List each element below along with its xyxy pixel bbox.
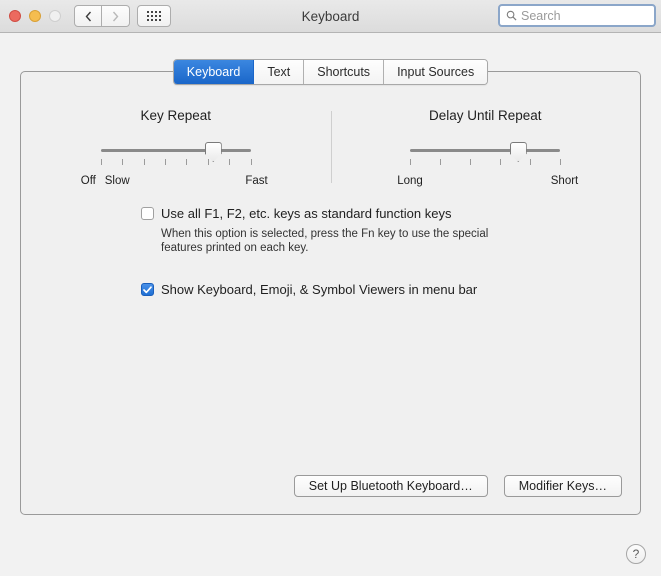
modifier-keys-button[interactable]: Modifier Keys… — [503, 475, 622, 497]
delay-label-short: Short — [550, 175, 579, 187]
options-section: Use all F1, F2, etc. keys as standard fu… — [141, 206, 601, 297]
slider-divider — [331, 111, 332, 183]
slider-tick — [186, 159, 188, 165]
delay-until-repeat-labels: Long Short — [397, 175, 578, 191]
window-titlebar: Keyboard — [0, 0, 661, 33]
tab-shortcuts[interactable]: Shortcuts — [304, 60, 385, 84]
viewers-menu-bar-option-row[interactable]: Show Keyboard, Emoji, & Symbol Viewers i… — [141, 282, 601, 297]
delay-until-repeat-ticks — [410, 159, 562, 166]
tab-input-sources[interactable]: Input Sources — [384, 60, 488, 84]
function-keys-checkbox[interactable] — [141, 207, 154, 220]
key-repeat-ticks — [100, 159, 252, 166]
slider-tick — [100, 159, 102, 165]
search-field[interactable] — [498, 4, 656, 27]
slider-tick — [530, 159, 532, 165]
slider-tick — [207, 159, 209, 165]
delay-until-repeat-track[interactable] — [410, 149, 561, 152]
function-keys-option-row[interactable]: Use all F1, F2, etc. keys as standard fu… — [141, 206, 601, 221]
viewers-menu-bar-checkbox[interactable] — [141, 283, 154, 296]
slider-tick — [440, 159, 442, 165]
function-keys-label: Use all F1, F2, etc. keys as standard fu… — [161, 206, 452, 221]
delay-until-repeat-slider-group: Delay Until Repeat Long Short — [331, 108, 641, 191]
tab-bar: Keyboard Text Shortcuts Input Sources — [0, 59, 661, 85]
panel-action-buttons: Set Up Bluetooth Keyboard… Modifier Keys… — [293, 475, 622, 497]
key-repeat-slider[interactable] — [100, 140, 252, 174]
delay-until-repeat-title: Delay Until Repeat — [428, 108, 542, 123]
slider-tick — [229, 159, 231, 165]
slider-tick — [165, 159, 167, 165]
slider-tick — [410, 159, 412, 165]
checkmark-icon — [143, 285, 152, 293]
tab-keyboard[interactable]: Keyboard — [173, 60, 255, 84]
slider-tick — [122, 159, 124, 165]
key-repeat-slider-group: Key Repeat Off Slow Fast — [21, 108, 331, 191]
search-input[interactable] — [521, 8, 648, 23]
delay-until-repeat-slider[interactable] — [410, 140, 562, 174]
help-button[interactable]: ? — [626, 544, 646, 564]
slider-tick — [143, 159, 145, 165]
key-repeat-title: Key Repeat — [140, 108, 212, 123]
key-repeat-label-slow: Slow — [104, 175, 130, 187]
slider-tick — [560, 159, 562, 165]
key-repeat-labels: Off Slow Fast — [81, 175, 268, 191]
key-repeat-label-fast: Fast — [245, 175, 268, 187]
key-repeat-track[interactable] — [100, 149, 251, 152]
slider-tick — [250, 159, 252, 165]
delay-label-long: Long — [397, 175, 423, 187]
slider-tick — [470, 159, 472, 165]
search-icon — [506, 10, 517, 21]
set-up-bluetooth-keyboard-button[interactable]: Set Up Bluetooth Keyboard… — [293, 475, 488, 497]
viewers-menu-bar-label: Show Keyboard, Emoji, & Symbol Viewers i… — [161, 282, 478, 297]
tab-text[interactable]: Text — [254, 60, 305, 84]
key-repeat-label-off: Off — [80, 175, 96, 187]
options-spacer — [141, 255, 601, 282]
slider-tick — [500, 159, 502, 165]
preferences-panel: Key Repeat Off Slow Fast Delay Until Rep… — [20, 71, 641, 515]
function-keys-help-text: When this option is selected, press the … — [161, 228, 489, 254]
